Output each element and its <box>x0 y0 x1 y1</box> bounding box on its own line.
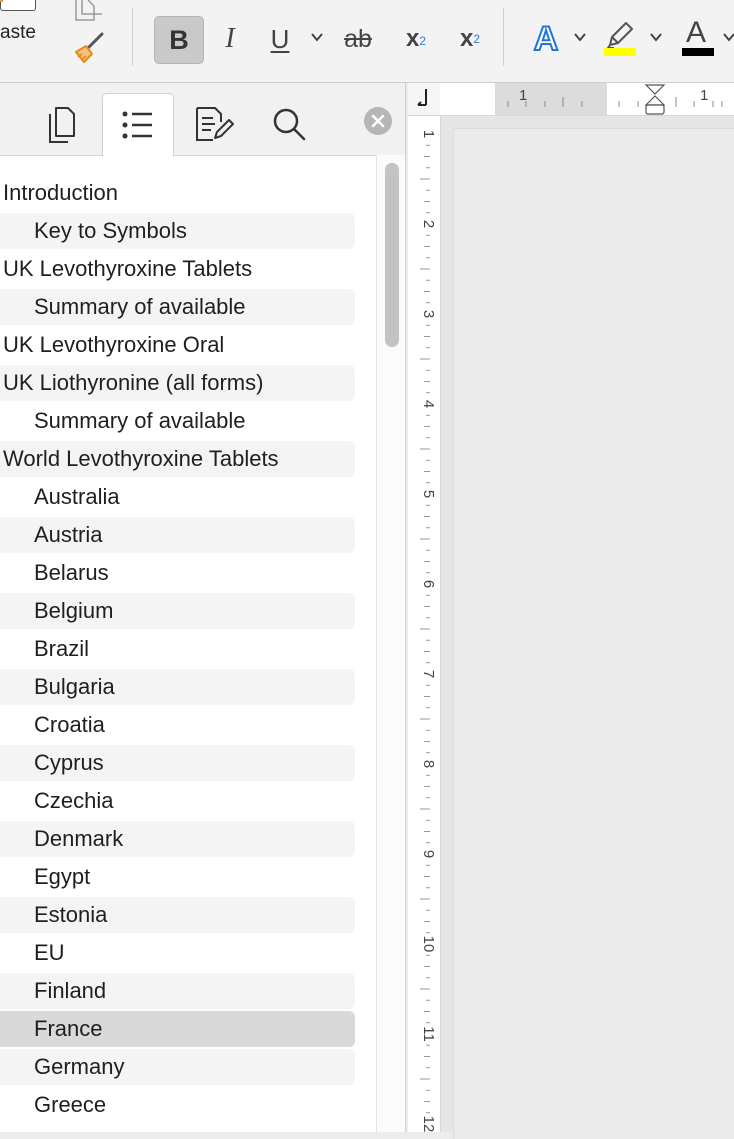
close-icon <box>371 114 385 128</box>
ruler-label: 12 <box>420 1116 437 1132</box>
document-page[interactable] <box>453 128 734 1139</box>
horizontal-ruler[interactable]: 11 <box>408 83 734 116</box>
outline-item[interactable]: Finland <box>0 973 355 1009</box>
text-effects-button[interactable]: A <box>526 16 566 62</box>
tab-comments[interactable] <box>178 93 248 155</box>
ruler-label: 1 <box>420 130 437 138</box>
ribbon-separator <box>132 8 133 66</box>
highlight-color-bar <box>604 48 636 56</box>
outline-item[interactable]: Cyprus <box>0 745 355 781</box>
tab-thumbnails[interactable] <box>26 93 96 155</box>
outline-item[interactable]: France <box>0 1011 355 1047</box>
paste-group: aste <box>0 0 130 82</box>
ribbon-separator <box>503 8 504 66</box>
outline-item[interactable]: Denmark <box>0 821 355 857</box>
ruler-label: 1 <box>519 87 527 104</box>
subscript-mark: 2 <box>419 34 427 48</box>
outline-item[interactable]: EU <box>0 935 355 971</box>
font-color-letter: A <box>685 16 706 49</box>
edit-document-icon <box>196 107 234 141</box>
paste-label[interactable]: aste <box>0 22 36 44</box>
ruler-label: 5 <box>420 490 437 498</box>
ruler-label: 2 <box>420 220 437 228</box>
outline-item[interactable]: Greece <box>0 1087 355 1123</box>
outline-scrollbar-thumb[interactable] <box>385 163 399 347</box>
outline-item[interactable]: Egypt <box>0 859 355 895</box>
superscript-mark: 2 <box>473 32 481 46</box>
ruler-label: 11 <box>420 1026 437 1042</box>
outline-item[interactable]: Belgium <box>0 593 355 629</box>
superscript-base: x <box>459 25 474 52</box>
outline-item[interactable]: Germany <box>0 1049 355 1085</box>
copy-icon[interactable] <box>72 0 108 26</box>
chevron-down-icon[interactable] <box>573 30 587 44</box>
outline-item[interactable]: Australia <box>0 479 355 515</box>
list-icon <box>122 111 152 139</box>
italic-button[interactable]: I <box>210 16 250 62</box>
outline-item[interactable]: Introduction <box>0 175 355 211</box>
tab-search[interactable] <box>254 93 324 155</box>
ruler-label: 4 <box>420 400 437 408</box>
ruler-label: 9 <box>420 850 437 858</box>
outline-item[interactable]: Estonia <box>0 897 355 933</box>
superscript-button[interactable]: x2 <box>450 16 490 62</box>
outline-item[interactable]: UK Liothyronine (all forms) <box>0 365 355 401</box>
outline-item[interactable]: Bulgaria <box>0 669 355 705</box>
horizontal-ruler-scale: 11 <box>408 83 734 115</box>
chevron-down-icon[interactable] <box>722 30 734 44</box>
search-icon <box>273 108 306 141</box>
font-color-bar <box>682 48 714 56</box>
subscript-base: x <box>405 25 420 52</box>
outline-item[interactable]: UK Levothyroxine Tablets <box>0 251 355 287</box>
outline-item[interactable]: Belarus <box>0 555 355 591</box>
underline-button[interactable]: U <box>262 16 298 62</box>
ruler-label: 1 <box>700 87 708 104</box>
chevron-down-icon[interactable] <box>649 30 663 44</box>
subscript-button[interactable]: x2 <box>396 16 436 62</box>
outline-item[interactable]: Croatia <box>0 707 355 743</box>
ruler-label: 6 <box>420 580 437 588</box>
ribbon-toolbar: aste B I U ab x2 x2 A A <box>0 0 734 83</box>
outline-item[interactable]: UK Levothyroxine Oral <box>0 327 355 363</box>
ruler-label: 8 <box>420 760 437 768</box>
document-outline-list: Introduction Key to Symbols UK Levothyroxi… <box>0 175 370 1125</box>
outline-item[interactable]: Czechia <box>0 783 355 819</box>
navigation-pane: Introduction Key to Symbols UK Levothyroxi… <box>0 83 406 1132</box>
outline-item[interactable]: World Levothyroxine Tablets <box>0 441 355 477</box>
outline-item[interactable]: Brazil <box>0 631 355 667</box>
tab-navigation[interactable] <box>102 93 174 157</box>
chevron-down-icon[interactable] <box>310 30 324 44</box>
navigation-pane-tabs <box>0 83 405 157</box>
strikethrough-button[interactable]: ab <box>336 16 380 62</box>
document-canvas <box>441 116 734 1139</box>
outline-item[interactable]: Austria <box>0 517 355 553</box>
vertical-ruler-scale: 123456789101112 <box>408 116 440 1132</box>
close-pane-button[interactable] <box>364 107 392 135</box>
bold-button[interactable]: B <box>154 16 204 64</box>
pages-icon <box>49 107 75 143</box>
outline-item[interactable]: Summary of available <box>0 289 355 325</box>
ruler-label: 10 <box>420 936 437 953</box>
ruler-label: 3 <box>420 310 437 318</box>
vertical-ruler[interactable]: 1 2 3 4 5 6 7 8 9 10 11 12 <box>408 116 441 1132</box>
format-painter-icon[interactable] <box>72 30 108 66</box>
highlight-button[interactable] <box>600 14 640 60</box>
ruler-label: 7 <box>420 670 437 678</box>
outline-item[interactable]: Key to Symbols <box>0 213 355 249</box>
outline-item[interactable]: Summary of available <box>0 403 355 439</box>
paste-icon[interactable] <box>0 0 36 11</box>
outline-scrollbar[interactable] <box>376 155 405 1132</box>
font-color-button[interactable]: A <box>678 14 714 60</box>
